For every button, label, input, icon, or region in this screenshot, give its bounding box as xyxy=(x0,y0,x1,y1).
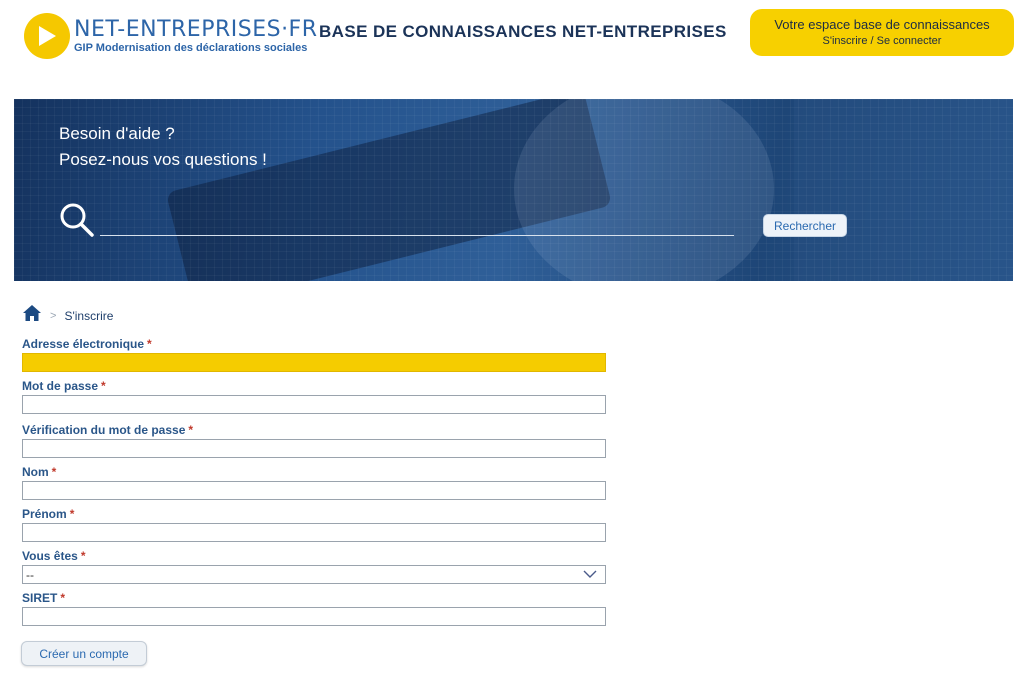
password-confirm-label-text: Vérification du mot de passe xyxy=(22,423,186,437)
password-label-text: Mot de passe xyxy=(22,379,99,393)
role-select[interactable]: -- xyxy=(22,565,606,584)
logo-subtitle: GIP Modernisation des déclarations socia… xyxy=(74,42,308,54)
email-label-text: Adresse électronique xyxy=(22,337,145,351)
create-account-button[interactable]: Créer un compte xyxy=(21,641,147,666)
firstname-field[interactable] xyxy=(22,523,606,542)
site-title: BASE DE CONNAISSANCES NET-ENTREPRISES xyxy=(319,22,727,41)
breadcrumb-separator: > xyxy=(50,309,57,322)
required-mark: * xyxy=(80,549,86,563)
lastname-label-text: Nom xyxy=(22,465,49,479)
password-confirm-field[interactable] xyxy=(22,439,606,458)
password-confirm-label: Vérification du mot de passe * xyxy=(22,423,193,437)
required-mark: * xyxy=(147,337,152,351)
account-panel-title: Votre espace base de connaissances xyxy=(774,17,990,32)
search-input[interactable] xyxy=(100,205,734,236)
siret-label: SIRET * xyxy=(22,591,65,605)
play-logo-icon xyxy=(24,13,70,59)
password-label: Mot de passe * xyxy=(22,379,106,393)
required-mark: * xyxy=(51,465,57,479)
lastname-label: Nom * xyxy=(22,465,56,479)
password-field[interactable] xyxy=(22,395,606,414)
search-banner: Besoin d'aide ? Posez-nous vos questions… xyxy=(14,99,1013,281)
search-button[interactable]: Rechercher xyxy=(763,214,847,237)
breadcrumb-current: S'inscrire xyxy=(64,308,114,323)
account-links: S'inscrire / Se connecter xyxy=(750,34,1014,48)
login-link[interactable]: Se connecter xyxy=(877,35,942,47)
banner-heading-line2: Posez-nous vos questions ! xyxy=(59,150,267,169)
required-mark: * xyxy=(188,423,194,437)
firstname-label-text: Prénom xyxy=(22,507,67,521)
account-panel: Votre espace base de connaissances S'ins… xyxy=(750,9,1014,56)
lastname-field[interactable] xyxy=(22,481,606,500)
account-links-separator: / xyxy=(870,35,874,47)
siret-label-text: SIRET xyxy=(22,591,58,605)
siret-field[interactable] xyxy=(22,607,606,626)
required-mark: * xyxy=(101,379,106,393)
site-logo[interactable]: NET-ENTREPRISES·FR GIP Modernisation des… xyxy=(24,12,318,60)
search-icon xyxy=(59,202,95,243)
email-label: Adresse électronique * xyxy=(22,337,152,351)
banner-heading-line1: Besoin d'aide ? xyxy=(59,124,175,143)
firstname-label: Prénom * xyxy=(22,507,74,521)
role-label: Vous êtes * xyxy=(22,549,85,563)
register-link[interactable]: S'inscrire xyxy=(823,35,868,47)
chevron-down-icon xyxy=(583,566,597,584)
role-label-text: Vous êtes xyxy=(22,549,78,563)
required-mark: * xyxy=(69,507,75,521)
home-icon[interactable] xyxy=(22,304,42,327)
logo-text: NET-ENTREPRISES·FR GIP Modernisation des… xyxy=(74,17,318,55)
role-select-value: -- xyxy=(26,567,34,582)
breadcrumb: > S'inscrire xyxy=(22,304,113,327)
logo-title: NET-ENTREPRISES·FR xyxy=(74,17,318,42)
required-mark: * xyxy=(60,591,66,605)
email-field[interactable] xyxy=(22,353,606,372)
banner-heading: Besoin d'aide ? Posez-nous vos questions… xyxy=(59,121,267,173)
